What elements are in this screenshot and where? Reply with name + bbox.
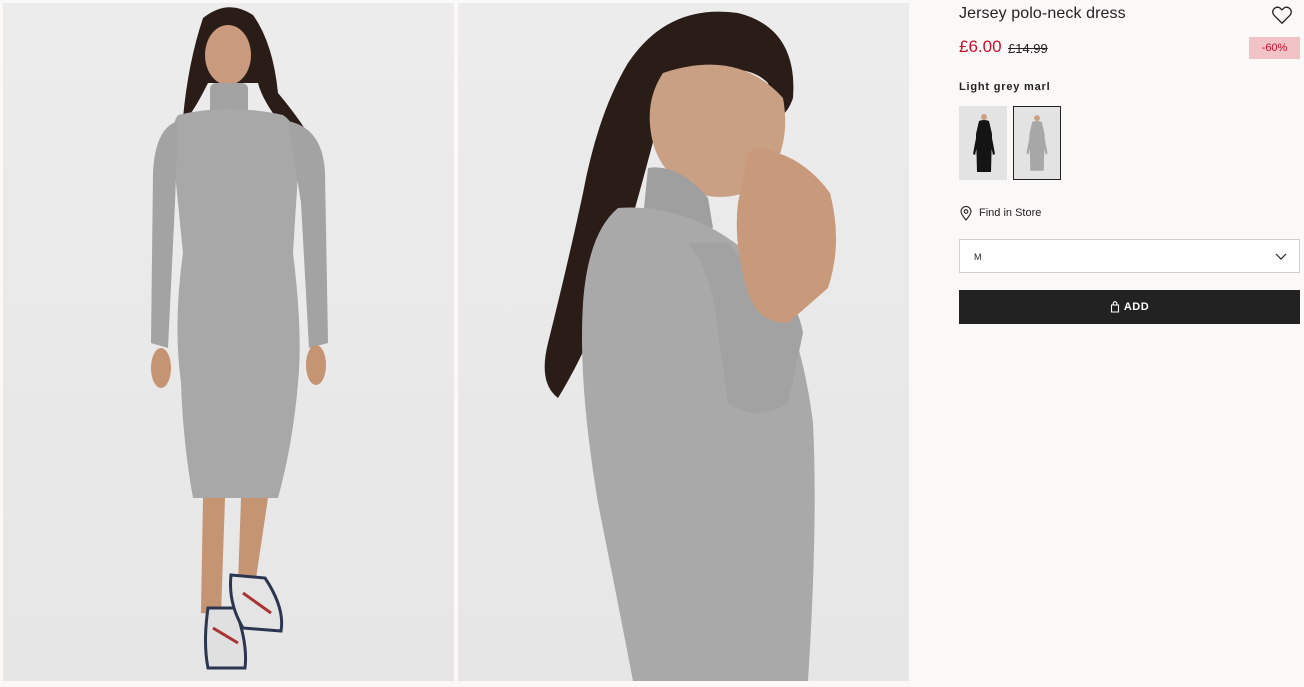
model-front-illustration <box>151 7 328 670</box>
chevron-down-icon <box>1275 253 1287 260</box>
product-details-panel: Jersey polo-neck dress £6.00 £14.99 -60%… <box>959 0 1300 687</box>
product-image-closeup[interactable] <box>458 3 909 681</box>
add-button-label: ADD <box>1123 301 1150 313</box>
find-in-store-link[interactable]: Find in Store <box>960 204 1041 222</box>
size-select[interactable]: M <box>959 239 1300 273</box>
discount-badge: -60% <box>1249 37 1300 59</box>
shopping-bag-icon <box>1110 301 1119 313</box>
find-in-store-label: Find in Store <box>979 207 1042 219</box>
favorite-button[interactable] <box>1271 4 1293 26</box>
color-swatch-light-grey[interactable] <box>1013 106 1061 180</box>
selected-color-label: Light grey marl <box>959 81 1051 93</box>
original-price: £14.99 <box>1008 41 1048 56</box>
heart-icon <box>1272 6 1292 24</box>
location-pin-icon <box>960 205 972 221</box>
grey-dress-thumbnail <box>1026 115 1048 171</box>
selected-size-value: M <box>974 252 982 262</box>
product-image-front[interactable] <box>3 3 454 681</box>
add-to-bag-button[interactable]: ADD <box>959 290 1300 324</box>
color-swatch-black[interactable] <box>959 106 1007 180</box>
model-closeup-illustration <box>544 11 837 681</box>
sale-price: £6.00 <box>959 37 1002 56</box>
product-title: Jersey polo-neck dress <box>959 5 1126 22</box>
black-dress-thumbnail <box>973 114 995 172</box>
